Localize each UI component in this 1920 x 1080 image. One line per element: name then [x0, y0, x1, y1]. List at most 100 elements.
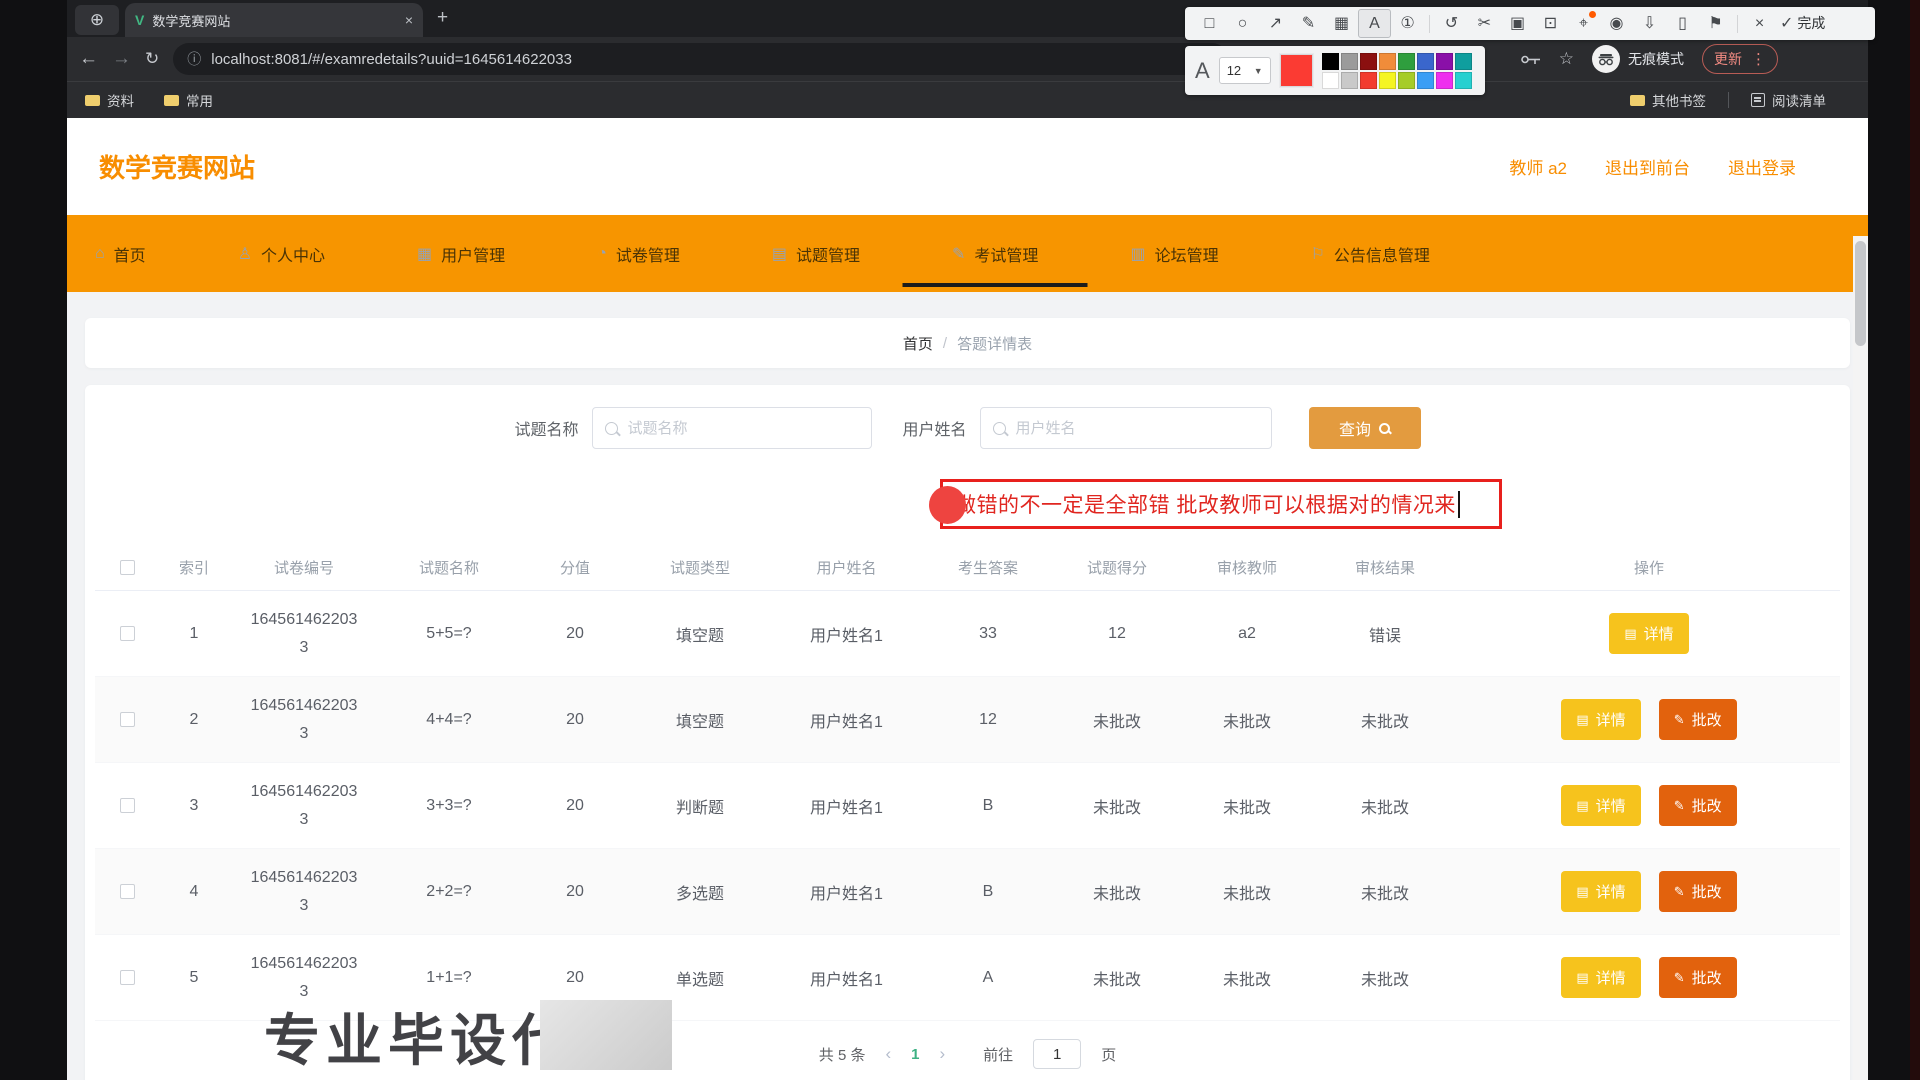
rect-tool[interactable]: □ — [1193, 10, 1226, 37]
goto-page-input[interactable] — [1033, 1039, 1081, 1069]
search-button[interactable]: 查询 — [1309, 407, 1421, 449]
download-tool[interactable]: ⇩ — [1633, 10, 1666, 37]
color-swatch[interactable] — [1436, 72, 1453, 89]
done-label: 完成 — [1797, 15, 1825, 31]
user-name: 用户姓名1 — [769, 677, 924, 762]
bookmark-folder-zilliao[interactable]: 资料 — [85, 90, 134, 110]
row-checkbox[interactable] — [120, 712, 135, 727]
scrollbar[interactable]: ▼ — [1853, 236, 1868, 1080]
color-swatch[interactable] — [1322, 72, 1339, 89]
site-info-icon[interactable]: ⓘ — [187, 49, 201, 69]
new-tab-button[interactable]: + — [437, 7, 448, 29]
pin-tool[interactable]: ⌖ — [1567, 10, 1600, 37]
color-swatch[interactable] — [1455, 72, 1472, 89]
exit-to-front-link[interactable]: 退出到前台 — [1605, 154, 1690, 179]
bookmark-tool[interactable]: ⚑ — [1699, 10, 1732, 37]
detail-button[interactable]: ▤详情 — [1561, 785, 1640, 826]
font-size-select[interactable]: 12 ▼ — [1219, 57, 1271, 84]
select-all-checkbox[interactable] — [120, 560, 135, 575]
color-swatch[interactable] — [1322, 53, 1339, 70]
column-header: 考生答案 — [924, 545, 1052, 590]
nav-item-profile[interactable]: ♙ 个人中心 — [238, 215, 325, 292]
arrow-tool[interactable]: ↗ — [1259, 10, 1292, 37]
bookmark-folder-changyong[interactable]: 常用 — [164, 90, 213, 110]
browser-profile-button[interactable]: ⊕ — [75, 5, 119, 35]
color-swatch[interactable] — [1360, 72, 1377, 89]
detail-button[interactable]: ▤详情 — [1561, 871, 1640, 912]
nav-item-users[interactable]: ▦ 用户管理 — [417, 215, 505, 292]
translate-tool[interactable]: ▣ — [1501, 10, 1534, 37]
nav-item-forum[interactable]: ▥ 论坛管理 — [1130, 215, 1218, 292]
reload-button[interactable]: ↻ — [145, 49, 159, 69]
color-swatch[interactable] — [1398, 53, 1415, 70]
text-tool[interactable]: A — [1358, 9, 1391, 38]
color-swatch[interactable] — [1341, 53, 1358, 70]
detail-button[interactable]: ▤详情 — [1561, 699, 1640, 740]
forward-button[interactable]: → — [112, 48, 131, 70]
close-tool[interactable]: × — [1743, 10, 1776, 37]
color-swatch[interactable] — [1436, 53, 1453, 70]
annotation-text-input[interactable]: 做错的不一定是全部错 批改教师可以根据对的情况来 — [940, 479, 1502, 529]
review-button[interactable]: ✎批改 — [1659, 699, 1737, 740]
tab-close-icon[interactable]: × — [405, 12, 413, 28]
column-header: 操作 — [1458, 545, 1840, 590]
question-name-field[interactable] — [592, 407, 872, 449]
back-button[interactable]: ← — [79, 48, 98, 70]
app-header: 数学竞赛网站 教师 a2 退出到前台 退出登录 — [67, 118, 1868, 215]
row-checkbox[interactable] — [120, 970, 135, 985]
address-bar[interactable]: ⓘ localhost:8081/#/examredetails?uuid=16… — [173, 43, 1228, 75]
reading-list-button[interactable]: 阅读清单 — [1751, 90, 1826, 110]
review-button[interactable]: ✎批改 — [1659, 957, 1737, 998]
color-swatch[interactable] — [1360, 53, 1377, 70]
nav-item-exams[interactable]: ✎ 考试管理 — [952, 215, 1038, 292]
logout-link[interactable]: 退出登录 — [1728, 154, 1796, 179]
row-checkbox[interactable] — [120, 626, 135, 641]
next-page-button[interactable]: › — [940, 1044, 946, 1064]
review-button[interactable]: ✎批改 — [1659, 871, 1737, 912]
row-checkbox[interactable] — [120, 798, 135, 813]
region-cut-tool[interactable]: ✂ — [1468, 10, 1501, 37]
scrollbar-thumb[interactable] — [1855, 241, 1866, 346]
device-tool[interactable]: ▯ — [1666, 10, 1699, 37]
color-swatch[interactable] — [1417, 72, 1434, 89]
color-swatch[interactable] — [1417, 53, 1434, 70]
table-row: 416456146220332+2=?20多选题用户姓名1B未批改未批改未批改▤… — [95, 849, 1840, 935]
teacher-account-link[interactable]: 教师 a2 — [1509, 154, 1567, 179]
nav-item-questions[interactable]: ▤ 试题管理 — [772, 215, 860, 292]
browser-tab[interactable]: V 数学竞赛网站 × — [125, 3, 423, 37]
color-swatch[interactable] — [1379, 53, 1396, 70]
menu-dots-icon[interactable]: ⋮ — [1751, 50, 1766, 68]
pen-tool[interactable]: ✎ — [1292, 10, 1325, 37]
row-checkbox[interactable] — [120, 884, 135, 899]
color-swatch[interactable] — [1455, 53, 1472, 70]
nav-item-papers[interactable]: ◔ 试卷管理 — [597, 215, 680, 292]
nav-label: 公告信息管理 — [1334, 242, 1430, 266]
breadcrumb-home[interactable]: 首页 — [903, 333, 933, 354]
review-button[interactable]: ✎批改 — [1659, 785, 1737, 826]
key-icon[interactable] — [1521, 54, 1541, 65]
current-page[interactable]: 1 — [911, 1046, 919, 1063]
detail-button[interactable]: ▤详情 — [1561, 957, 1640, 998]
mosaic-tool[interactable]: ▦ — [1325, 10, 1358, 37]
user-name-field[interactable] — [980, 407, 1272, 449]
detail-button[interactable]: ▤详情 — [1609, 613, 1688, 654]
record-tool[interactable]: ◉ — [1600, 10, 1633, 37]
question-name-input[interactable] — [626, 419, 859, 438]
done-button[interactable]: ✓完成 — [1776, 10, 1829, 37]
bookmark-star-icon[interactable]: ☆ — [1559, 49, 1574, 69]
undo-tool[interactable]: ↺ — [1435, 10, 1468, 37]
annotation-red-dot[interactable] — [929, 486, 966, 524]
ellipse-tool[interactable]: ○ — [1226, 10, 1259, 37]
ocr-tool[interactable]: ⊡ — [1534, 10, 1567, 37]
update-button[interactable]: 更新 ⋮ — [1702, 44, 1778, 74]
prev-page-button[interactable]: ‹ — [885, 1044, 891, 1064]
current-color-swatch[interactable] — [1280, 54, 1313, 87]
nav-item-announcements[interactable]: ⚐ 公告信息管理 — [1311, 215, 1430, 292]
color-swatch[interactable] — [1341, 72, 1358, 89]
other-bookmarks-button[interactable]: 其他书签 — [1630, 90, 1706, 110]
step-number-tool[interactable]: ① — [1391, 10, 1424, 37]
nav-item-home[interactable]: ⌂ 首页 — [95, 215, 146, 292]
user-name-input[interactable] — [1014, 419, 1259, 438]
color-swatch[interactable] — [1398, 72, 1415, 89]
color-swatch[interactable] — [1379, 72, 1396, 89]
